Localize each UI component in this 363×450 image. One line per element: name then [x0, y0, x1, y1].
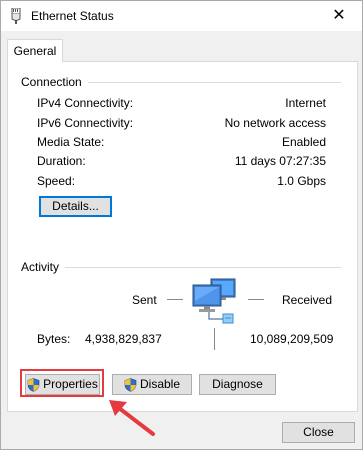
general-panel	[7, 61, 358, 412]
properties-button[interactable]: Properties	[25, 374, 100, 395]
bytes-received-value: 10,089,209,509	[250, 332, 334, 346]
disable-button[interactable]: Disable	[112, 374, 192, 395]
window-title: Ethernet Status	[31, 9, 114, 23]
uac-shield-icon	[27, 377, 40, 392]
activity-separator	[214, 328, 215, 350]
tab-general[interactable]: General	[7, 39, 63, 62]
speed-label: Speed:	[37, 174, 76, 188]
sent-dash	[167, 299, 183, 300]
close-button[interactable]: Close	[282, 422, 355, 443]
disable-button-label: Disable	[139, 377, 181, 391]
pointer-arrow-icon	[109, 400, 155, 436]
bytes-sent-value: 4,938,829,837	[85, 332, 162, 346]
network-computers-icon	[192, 278, 236, 324]
diagnose-button-label: Diagnose	[212, 377, 263, 391]
ipv6-label: IPv6 Connectivity:	[37, 116, 134, 130]
details-button-label: Details...	[52, 199, 99, 213]
sent-label: Sent	[132, 293, 157, 307]
media-state-label: Media State:	[37, 135, 105, 149]
received-label: Received	[282, 293, 333, 307]
connection-heading: Connection	[21, 75, 88, 89]
ipv6-value: No network access	[224, 116, 326, 130]
speed-value: 1.0 Gbps	[277, 174, 326, 188]
close-button-label: Close	[303, 425, 334, 439]
ethernet-status-window: Ethernet Status ✕ General Connection IPv…	[0, 0, 363, 450]
close-icon: ✕	[332, 7, 346, 24]
duration-value: 11 days 07:27:35	[234, 154, 326, 168]
properties-button-label: Properties	[43, 377, 98, 391]
uac-shield-icon	[124, 377, 137, 392]
ipv4-label: IPv4 Connectivity:	[37, 96, 134, 110]
received-dash	[248, 299, 264, 300]
diagnose-button[interactable]: Diagnose	[199, 374, 276, 395]
activity-heading: Activity	[21, 260, 66, 274]
ipv4-value: Internet	[285, 96, 326, 110]
tab-general-label: General	[13, 44, 57, 58]
title-bar: Ethernet Status ✕	[1, 1, 362, 31]
media-state-value: Enabled	[281, 135, 326, 149]
activity-divider	[21, 267, 341, 268]
duration-label: Duration:	[37, 154, 86, 168]
network-adapter-icon	[11, 8, 21, 24]
bytes-label: Bytes:	[37, 332, 71, 346]
details-button[interactable]: Details...	[39, 196, 112, 217]
window-close-button[interactable]: ✕	[316, 1, 362, 31]
